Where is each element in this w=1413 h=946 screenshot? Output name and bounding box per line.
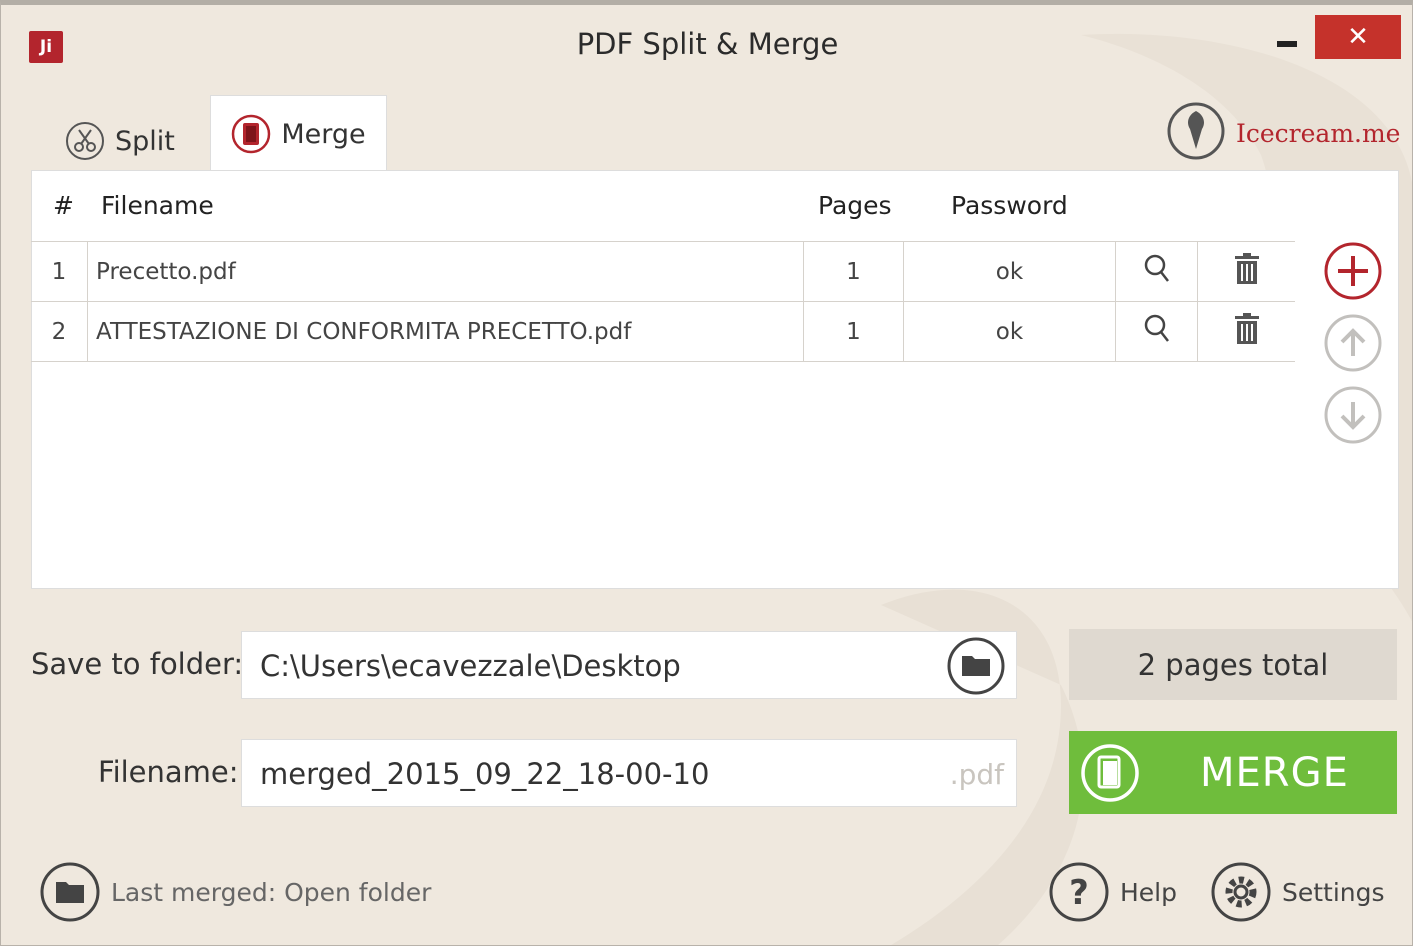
last-merged-link[interactable]: Last merged: Open folder xyxy=(39,861,431,923)
book-icon xyxy=(231,114,271,154)
row-filename: Precetto.pdf xyxy=(87,241,804,302)
tab-merge[interactable]: Merge xyxy=(210,95,387,172)
icecream-icon xyxy=(1166,101,1226,165)
row-password[interactable]: ok xyxy=(903,301,1116,362)
trash-icon xyxy=(1234,312,1259,344)
app-window: Ji PDF Split & Merge ✕ Split Merge Icecr… xyxy=(0,0,1413,946)
row-number: 2 xyxy=(31,301,88,362)
magnifier-icon xyxy=(1144,314,1169,342)
gear-icon xyxy=(1210,861,1272,923)
add-file-button[interactable] xyxy=(1323,241,1383,301)
row-filename: ATTESTAZIONE DI CONFORMITA PRECETTO.pdf xyxy=(87,301,804,362)
preview-button[interactable] xyxy=(1115,301,1198,362)
table-row[interactable]: 2 ATTESTAZIONE DI CONFORMITA PRECETTO.pd… xyxy=(31,301,1295,362)
help-icon: ? xyxy=(1048,861,1110,923)
last-merged-label: Last merged: Open folder xyxy=(111,877,432,907)
delete-button[interactable] xyxy=(1197,301,1295,362)
save-folder-field[interactable]: C:\Users\ecavezzale\Desktop xyxy=(241,631,1017,699)
filename-extension: .pdf xyxy=(949,758,1004,791)
column-header-filename: Filename xyxy=(101,191,214,220)
preview-button[interactable] xyxy=(1115,241,1198,302)
filename-label: Filename: xyxy=(98,755,239,789)
folder-icon xyxy=(39,861,101,923)
column-header-num: # xyxy=(53,191,74,220)
help-label: Help xyxy=(1120,877,1177,907)
svg-text:?: ? xyxy=(1069,873,1089,913)
move-down-button[interactable] xyxy=(1323,385,1383,445)
help-button[interactable]: ? Help xyxy=(1048,861,1177,923)
row-pages: 1 xyxy=(803,241,904,302)
filename-value: merged_2015_09_22_18-00-10 xyxy=(260,757,710,791)
save-folder-label: Save to folder: xyxy=(31,647,244,681)
delete-button[interactable] xyxy=(1197,241,1295,302)
tab-split[interactable]: Split xyxy=(65,117,175,165)
window-title: PDF Split & Merge xyxy=(576,27,839,61)
arrow-down-icon xyxy=(1324,386,1382,444)
row-password[interactable]: ok xyxy=(903,241,1116,302)
trash-icon xyxy=(1234,252,1259,284)
column-header-password: Password xyxy=(951,191,1068,220)
merge-button[interactable]: MERGE xyxy=(1069,731,1397,814)
row-pages: 1 xyxy=(803,301,904,362)
file-list-panel xyxy=(31,170,1399,589)
save-folder-path: C:\Users\ecavezzale\Desktop xyxy=(260,649,681,683)
table-row[interactable]: 1 Precetto.pdf 1 ok xyxy=(31,241,1295,302)
icecream-link-label: Icecream.me xyxy=(1236,118,1401,148)
arrow-up-icon xyxy=(1324,314,1382,372)
browse-folder-button[interactable] xyxy=(946,636,1006,700)
magnifier-icon xyxy=(1144,254,1169,282)
icecream-link[interactable]: Icecream.me xyxy=(1166,101,1400,165)
settings-label: Settings xyxy=(1282,877,1385,907)
settings-button[interactable]: Settings xyxy=(1210,861,1385,923)
tab-split-label: Split xyxy=(115,125,175,157)
filename-field[interactable]: merged_2015_09_22_18-00-10 .pdf xyxy=(241,739,1017,807)
row-number: 1 xyxy=(31,241,88,302)
plus-icon xyxy=(1324,242,1382,300)
pages-total-badge: 2 pages total xyxy=(1069,629,1397,700)
scissors-icon xyxy=(65,121,105,161)
column-header-pages: Pages xyxy=(818,191,892,220)
merge-book-icon xyxy=(1079,742,1141,814)
close-icon[interactable]: ✕ xyxy=(1315,15,1401,59)
move-up-button[interactable] xyxy=(1323,313,1383,373)
minimize-icon[interactable] xyxy=(1277,41,1297,47)
file-table: 1 Precetto.pdf 1 ok 2 ATTESTAZIONE DI CO… xyxy=(31,241,1295,362)
tab-merge-label: Merge xyxy=(281,118,366,150)
merge-button-label: MERGE xyxy=(1200,750,1349,796)
folder-icon xyxy=(947,637,1005,695)
